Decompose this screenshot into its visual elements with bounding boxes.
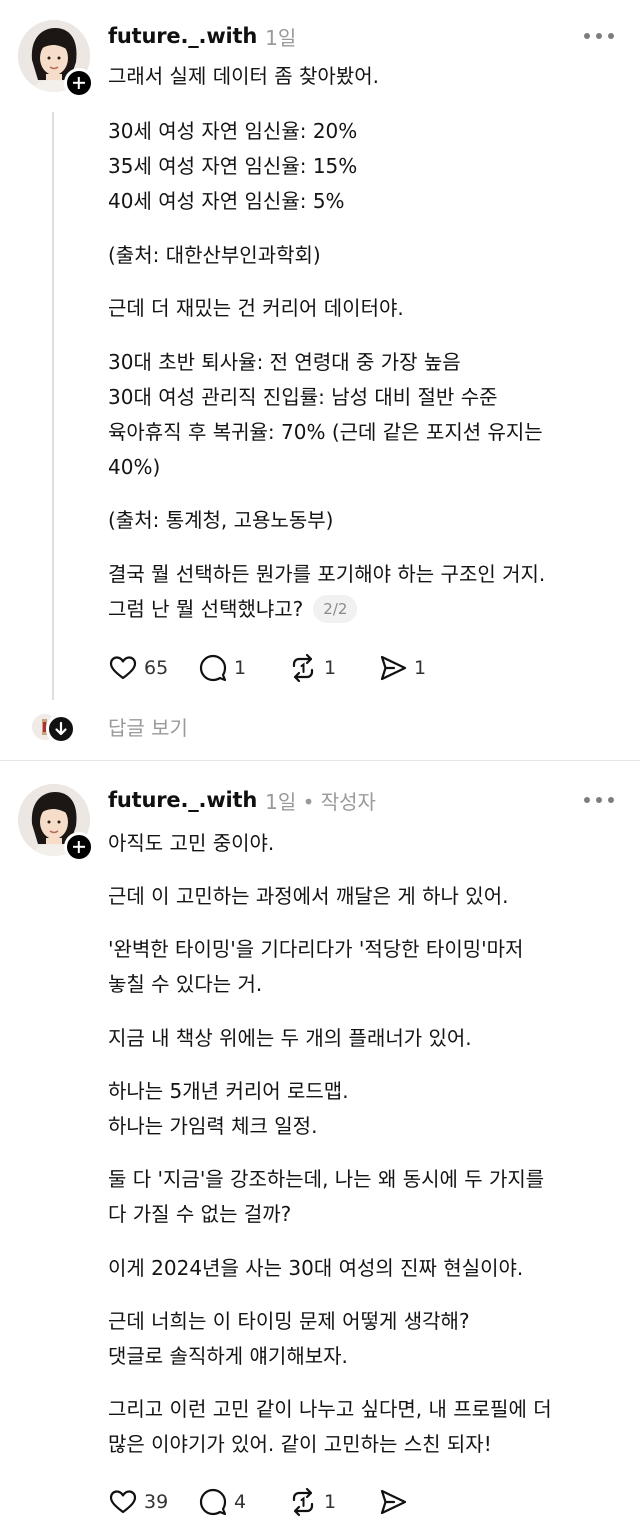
send-icon bbox=[380, 1489, 407, 1515]
post-time-author: 1일 • 작성자 bbox=[265, 789, 376, 814]
comment-button[interactable]: 1 bbox=[198, 653, 288, 683]
post-text-line: 근데 이 고민하는 과정에서 깨달은 게 하나 있어. bbox=[108, 884, 509, 908]
repost-button[interactable]: 1 bbox=[288, 653, 378, 683]
post-text-line: 그리고 이런 고민 같이 나누고 싶다면, 내 프로필에 더 bbox=[108, 1397, 552, 1421]
repost-count: 1 bbox=[324, 657, 337, 679]
post-text-line: 결국 뭘 선택하든 뭔가를 포기해야 하는 구조인 거지. bbox=[108, 562, 546, 586]
follow-plus-icon[interactable] bbox=[64, 832, 94, 862]
post-text-line: (출처: 통계청, 고용노동부) bbox=[108, 508, 334, 532]
post-text-line: 그럼 난 뭘 선택했냐고? 2/2 bbox=[108, 592, 358, 626]
post-text-line: 40세 여성 자연 임신율: 5% bbox=[108, 189, 345, 213]
comment-button[interactable]: 4 bbox=[198, 1487, 288, 1517]
post-text-line: 40%) bbox=[108, 455, 161, 479]
repost-icon bbox=[292, 653, 314, 683]
username[interactable]: future._.with bbox=[108, 24, 257, 48]
post-text-last: 그럼 난 뭘 선택했냐고? bbox=[108, 597, 304, 621]
post-text-line: 근데 더 재밌는 건 커리어 데이터야. bbox=[108, 296, 404, 320]
post-text-line: '완벽한 타이밍'을 기다리다가 '적당한 타이밍'마저 bbox=[108, 937, 524, 961]
thread-connector-line bbox=[52, 112, 54, 700]
share-button[interactable] bbox=[378, 1487, 468, 1517]
heart-icon bbox=[109, 1490, 137, 1514]
post-text-line: 댓글로 솔직하게 얘기해보자. bbox=[108, 1344, 348, 1368]
like-count: 65 bbox=[144, 657, 169, 679]
post-text-line: 30대 여성 관리직 진입률: 남성 대비 절반 수준 bbox=[108, 385, 498, 409]
expand-down-icon bbox=[46, 714, 76, 744]
post-header: future._.with 1일 bbox=[108, 21, 296, 51]
post-time: 1일 bbox=[265, 25, 297, 50]
post-text-line: (출처: 대한산부인과학회) bbox=[108, 243, 321, 267]
view-replies-link[interactable]: 답글 보기 bbox=[108, 712, 188, 741]
post-text-line: 30대 초반 퇴사율: 전 연령대 중 가장 높음 bbox=[108, 350, 461, 374]
post-text-line: 35세 여성 자연 임신율: 15% bbox=[108, 154, 358, 178]
repost-icon bbox=[292, 1487, 314, 1517]
page-indicator-badge: 2/2 bbox=[313, 595, 358, 623]
post-text-line: 근데 너희는 이 타이밍 문제 어떻게 생각해? bbox=[108, 1309, 470, 1333]
post-text-line: 많은 이야기가 있어. 같이 고민하는 스친 되자! bbox=[108, 1432, 492, 1456]
view-replies-row[interactable]: 답글 보기 bbox=[0, 708, 640, 748]
more-icon[interactable] bbox=[584, 31, 614, 41]
send-icon bbox=[380, 655, 407, 681]
follow-plus-icon[interactable] bbox=[64, 68, 94, 98]
comment-count: 1 bbox=[234, 657, 247, 679]
post-text-line: 하나는 5개년 커리어 로드맵. bbox=[108, 1079, 349, 1103]
post-text-line: 둘 다 '지금'을 강조하는데, 나는 왜 동시에 두 가지를 bbox=[108, 1167, 545, 1191]
post-text-line: 놓칠 수 있다는 거. bbox=[108, 972, 263, 996]
post-divider bbox=[0, 760, 640, 761]
repost-count: 1 bbox=[324, 1491, 337, 1513]
heart-icon bbox=[109, 656, 137, 680]
post-text-line: 하나는 가임력 체크 일정. bbox=[108, 1114, 318, 1138]
post-text-line: 30세 여성 자연 임신율: 20% bbox=[108, 119, 358, 143]
like-button[interactable]: 65 bbox=[108, 653, 198, 683]
post-text-line: 지금 내 책상 위에는 두 개의 플래너가 있어. bbox=[108, 1026, 472, 1050]
action-bar: 39 4 1 bbox=[108, 1486, 468, 1518]
post-text-line: 이게 2024년을 사는 30대 여성의 진짜 현실이야. bbox=[108, 1256, 524, 1280]
username[interactable]: future._.with bbox=[108, 788, 257, 812]
post-header: future._.with 1일 • 작성자 bbox=[108, 785, 376, 815]
share-button[interactable]: 1 bbox=[378, 653, 468, 683]
like-button[interactable]: 39 bbox=[108, 1487, 198, 1517]
post-text-line: 육아휴직 후 복귀율: 70% (근데 같은 포지션 유지는 bbox=[108, 420, 543, 444]
repost-button[interactable]: 1 bbox=[288, 1487, 378, 1517]
share-count: 1 bbox=[414, 657, 427, 679]
post-text-line: 아직도 고민 중이야. bbox=[108, 831, 275, 855]
comment-icon bbox=[199, 654, 227, 682]
action-bar: 65 1 1 1 bbox=[108, 652, 468, 684]
like-count: 39 bbox=[144, 1491, 169, 1513]
comment-count: 4 bbox=[234, 1491, 247, 1513]
post-text-line: 그래서 실제 데이터 좀 찾아봤어. bbox=[108, 64, 379, 88]
post-text-line: 다 가질 수 없는 걸까? bbox=[108, 1202, 292, 1226]
more-icon[interactable] bbox=[584, 795, 614, 805]
comment-icon bbox=[199, 1488, 227, 1516]
